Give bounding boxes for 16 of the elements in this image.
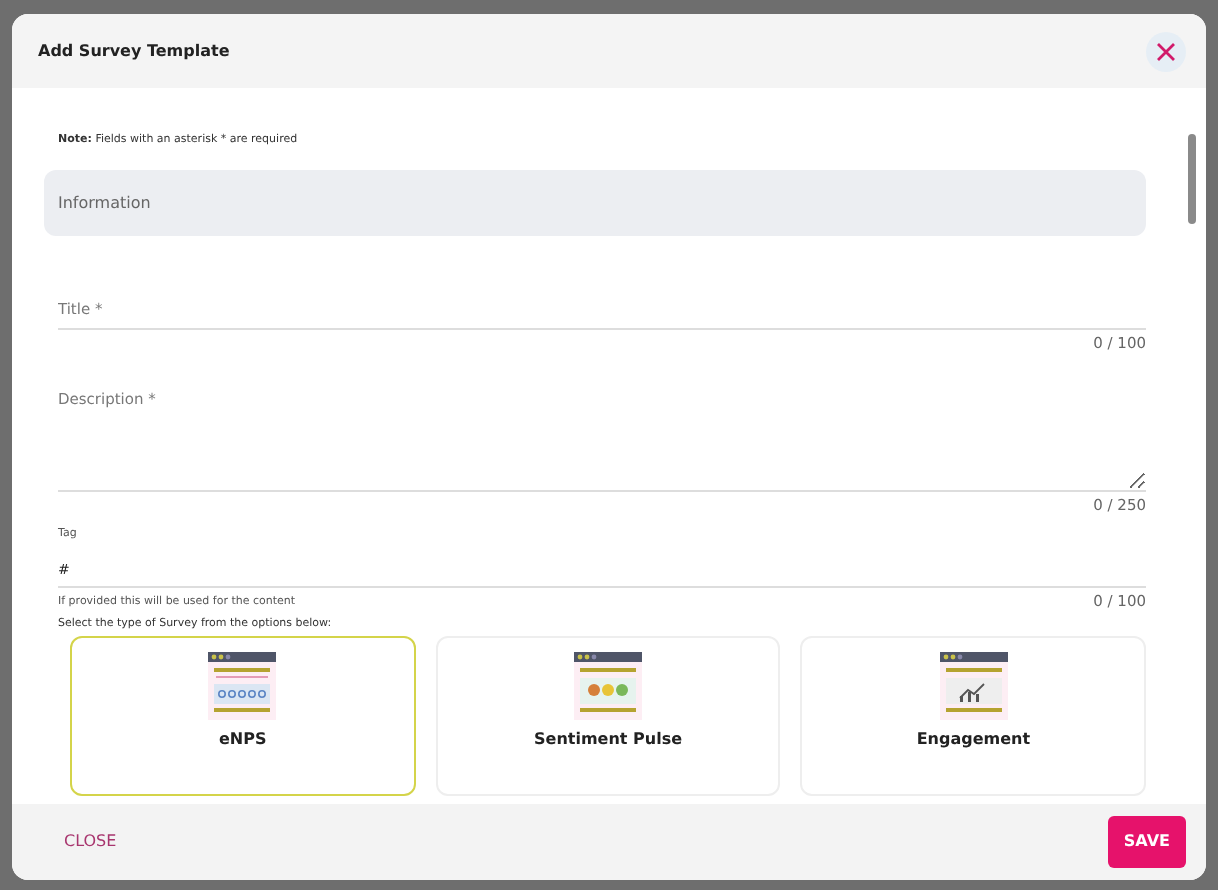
survey-template-icon	[939, 651, 1008, 720]
close-icon	[1156, 41, 1176, 61]
option-label: eNPS	[218, 727, 267, 752]
survey-template-icon	[574, 651, 642, 720]
survey-option-card[interactable]: eNPS	[70, 635, 416, 796]
survey-option-card[interactable]: Sentiment Pulse	[435, 635, 781, 796]
dialog-title: Add Survey Template	[38, 39, 230, 63]
survey-template-icon	[208, 651, 277, 720]
save-button[interactable]: SAVE	[1107, 816, 1186, 868]
section-header: Information	[44, 170, 1146, 237]
option-label: Sentiment Pulse	[534, 727, 683, 752]
close-button[interactable]: CLOSE	[52, 822, 129, 862]
option-label: Engagement	[916, 727, 1031, 752]
survey-option-card[interactable]: Engagement	[800, 635, 1147, 796]
scrollbar-thumb[interactable]	[1188, 134, 1196, 224]
close-button[interactable]	[1146, 31, 1186, 71]
